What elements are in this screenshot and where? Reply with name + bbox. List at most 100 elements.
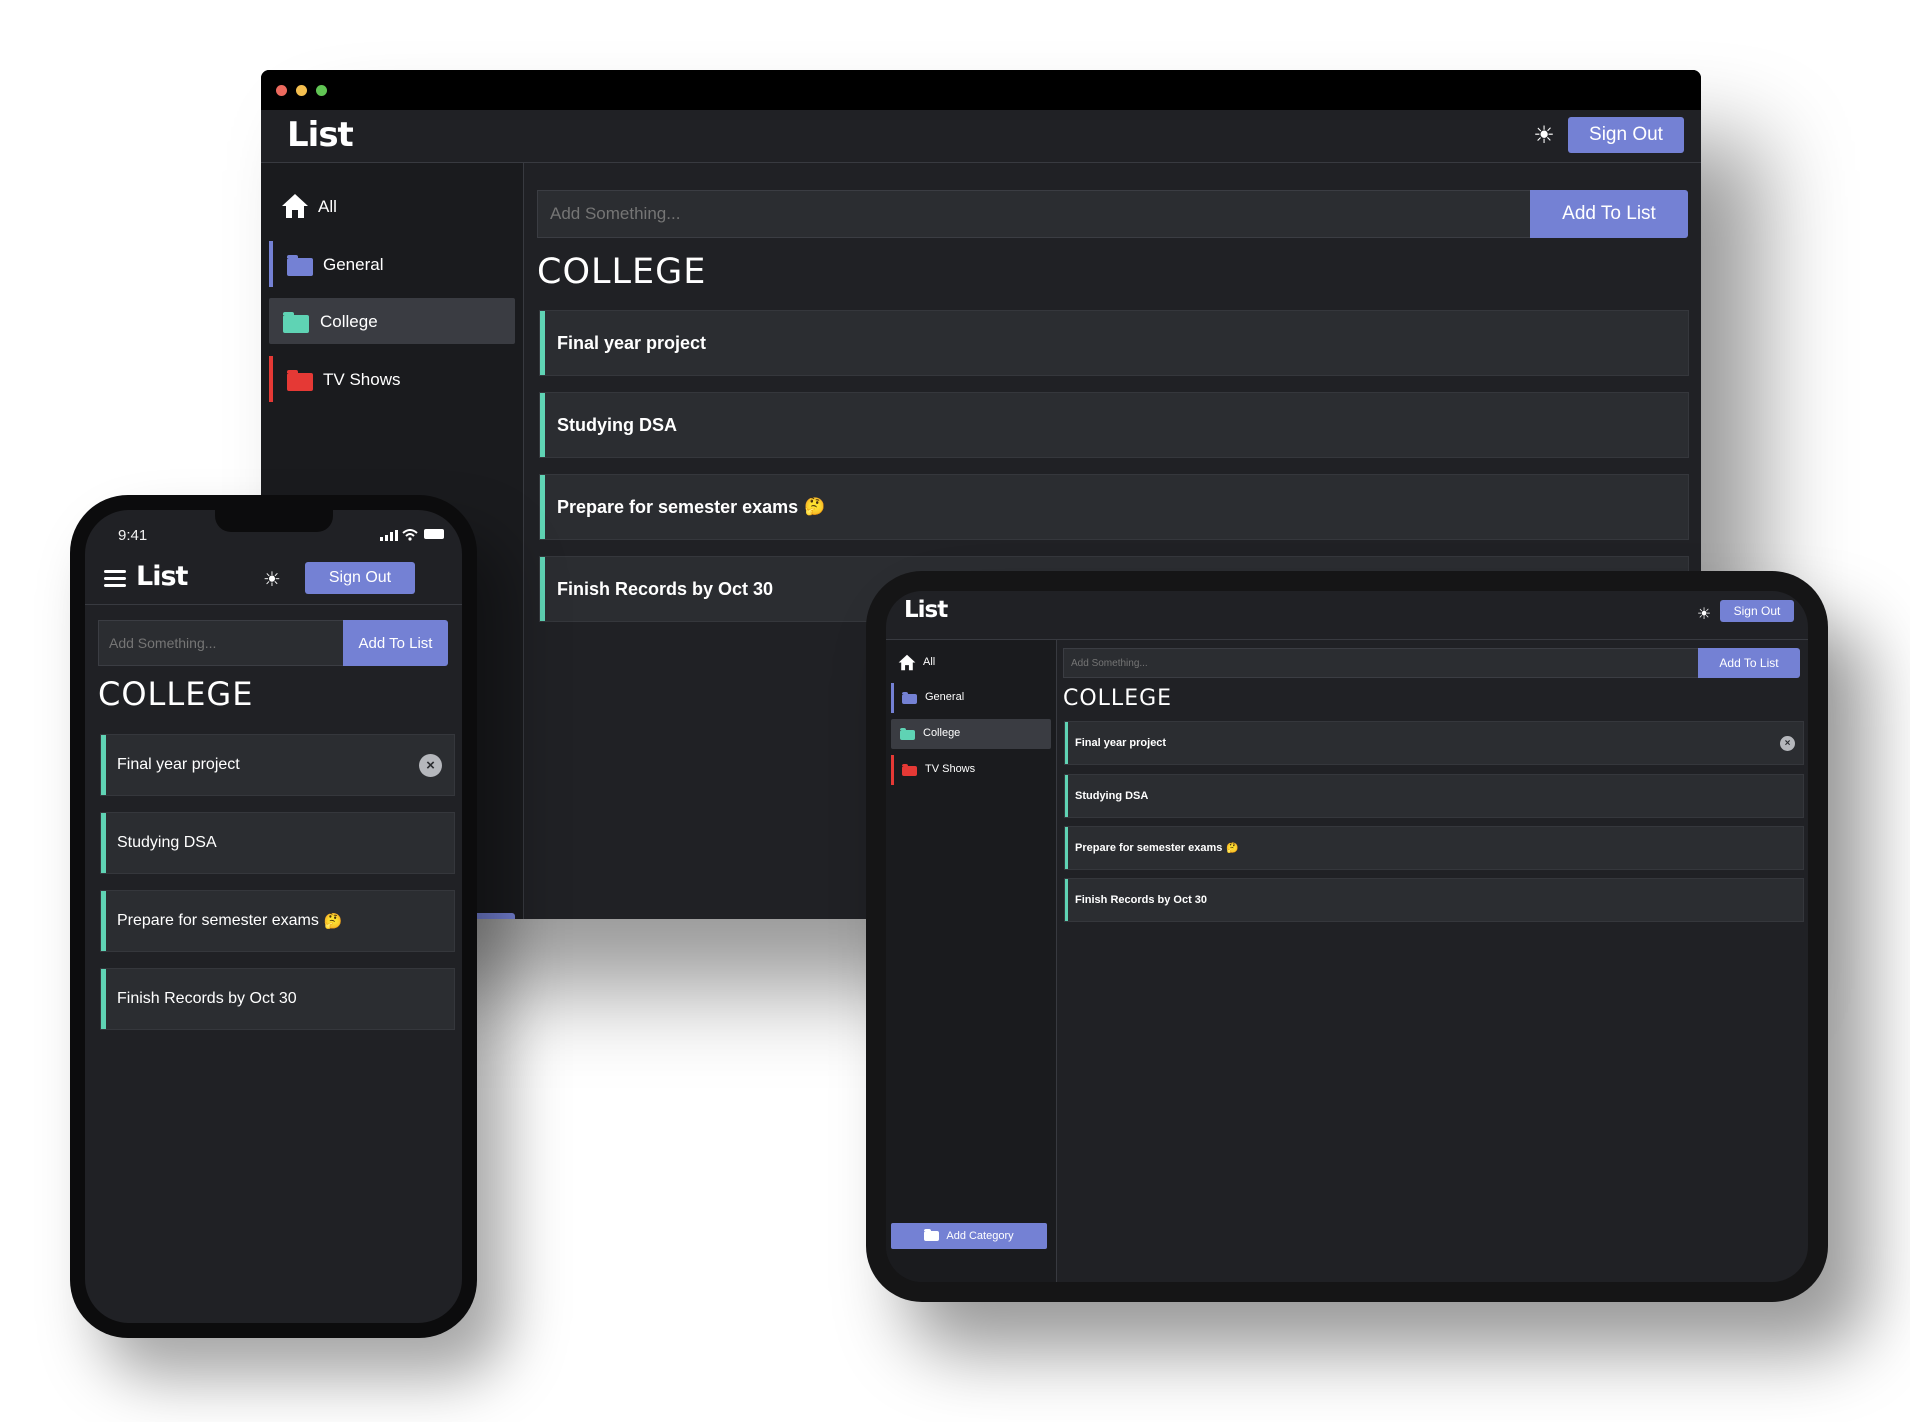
list-item-text: Prepare for semester exams: [1075, 842, 1223, 854]
thinking-emoji-icon: 🤔: [804, 497, 826, 516]
sidebar-item-college[interactable]: College: [891, 719, 1051, 749]
theme-toggle-icon[interactable]: ☀: [261, 567, 283, 591]
sidebar-item-general[interactable]: General: [891, 683, 1051, 713]
app-logo[interactable]: List: [287, 115, 354, 155]
list-item[interactable]: Final year project ×: [1064, 721, 1804, 765]
folder-icon: [902, 764, 917, 776]
app-header: List ☀ Sign Out: [261, 110, 1701, 163]
add-item-input[interactable]: [98, 620, 348, 666]
sidebar-item-college[interactable]: College: [269, 298, 515, 344]
sidebar-item-tv-shows[interactable]: TV Shows: [891, 755, 1051, 785]
thinking-emoji-icon: 🤔: [323, 913, 343, 930]
list-item-text: Finish Records by Oct 30: [117, 990, 297, 1007]
add-category-label: Add Category: [946, 1230, 1014, 1242]
list-item-text: Final year project: [1075, 737, 1167, 749]
category-color-bar: [269, 356, 273, 402]
tablet-screen: List ☀ Sign Out All General College TV S…: [886, 591, 1808, 1282]
theme-toggle-icon[interactable]: ☀: [1695, 604, 1713, 623]
item-accent-bar: [1065, 775, 1068, 817]
sidebar-item-label: College: [923, 727, 961, 739]
close-window-dot[interactable]: [276, 85, 287, 96]
sidebar-item-label: TV Shows: [323, 370, 401, 389]
status-bar: 9:41: [85, 510, 462, 554]
item-accent-bar: [540, 557, 545, 621]
sidebar-item-label: General: [925, 691, 965, 703]
folder-icon: [287, 254, 313, 276]
folder-icon: [924, 1229, 940, 1241]
item-accent-bar: [101, 813, 106, 873]
list-item[interactable]: Studying DSA: [1064, 774, 1804, 818]
sidebar-item-label: TV Shows: [925, 763, 976, 775]
list-item-text: Finish Records by Oct 30: [557, 578, 774, 599]
thinking-emoji-icon: 🤔: [1226, 842, 1239, 854]
add-category-button[interactable]: Add Category: [891, 1223, 1047, 1249]
list-item[interactable]: Prepare for semester exams 🤔: [1064, 826, 1804, 870]
battery-icon: [424, 529, 444, 539]
sign-out-button[interactable]: Sign Out: [1720, 600, 1794, 622]
sign-out-button[interactable]: Sign Out: [305, 562, 415, 594]
folder-icon: [900, 728, 915, 740]
phone-screen: 9:41 List ☀ Sign Out Add To List: [85, 510, 462, 1323]
list-item[interactable]: Finish Records by Oct 30: [1064, 878, 1804, 922]
list-item[interactable]: Studying DSA: [100, 812, 455, 874]
list-item-text: Finish Records by Oct 30: [1075, 894, 1208, 906]
sidebar: All General College TV Shows Add Categor…: [886, 640, 1057, 1282]
phone-device: 9:41 List ☀ Sign Out Add To List: [70, 495, 477, 1338]
sidebar-item-all[interactable]: All: [269, 183, 515, 229]
app-header: List ☀ Sign Out: [886, 591, 1808, 640]
wifi-icon: [402, 529, 418, 541]
list-item-text: Final year project: [557, 332, 707, 353]
list-item[interactable]: Final year project ×: [100, 734, 455, 796]
tablet-device: List ☀ Sign Out All General College TV S…: [866, 571, 1828, 1302]
add-to-list-button[interactable]: Add To List: [1698, 648, 1800, 678]
item-accent-bar: [1065, 722, 1068, 764]
folder-icon: [902, 692, 917, 704]
sidebar-item-tv-shows[interactable]: TV Shows: [269, 356, 515, 402]
sidebar-item-general[interactable]: General: [269, 241, 515, 287]
home-icon: [898, 654, 916, 671]
add-item-input[interactable]: [1063, 648, 1703, 678]
home-icon: [282, 194, 308, 218]
item-accent-bar: [540, 475, 545, 539]
category-color-bar: [891, 683, 894, 713]
app-logo[interactable]: List: [904, 597, 948, 623]
status-time: 9:41: [118, 527, 148, 544]
list-item[interactable]: Studying DSA: [539, 392, 1689, 458]
category-heading: COLLEGE: [1063, 686, 1173, 711]
add-to-list-button[interactable]: Add To List: [343, 620, 448, 666]
list-item[interactable]: Prepare for semester exams 🤔: [100, 890, 455, 952]
delete-item-icon[interactable]: ×: [419, 754, 442, 777]
category-heading: COLLEGE: [98, 675, 254, 713]
sign-out-button[interactable]: Sign Out: [1568, 117, 1684, 153]
list-item[interactable]: Final year project: [539, 310, 1689, 376]
list-item-text: Studying DSA: [117, 834, 217, 851]
item-accent-bar: [101, 735, 106, 795]
sidebar-item-label: All: [318, 197, 337, 216]
item-accent-bar: [1065, 879, 1068, 921]
item-accent-bar: [1065, 827, 1068, 869]
sidebar-item-all[interactable]: All: [891, 648, 1051, 678]
hamburger-menu-icon[interactable]: [104, 570, 126, 587]
signal-icon: [380, 530, 398, 541]
minimize-window-dot[interactable]: [296, 85, 307, 96]
folder-icon: [283, 311, 309, 333]
list-item-text: Studying DSA: [557, 414, 677, 435]
window-titlebar: [261, 70, 1701, 110]
item-accent-bar: [101, 891, 106, 951]
item-accent-bar: [540, 393, 545, 457]
list-item-text: Prepare for semester exams: [117, 912, 319, 929]
maximize-window-dot[interactable]: [316, 85, 327, 96]
app-header: List ☀ Sign Out: [85, 554, 462, 605]
add-to-list-button[interactable]: Add To List: [1530, 190, 1688, 238]
list-item[interactable]: Prepare for semester exams 🤔: [539, 474, 1689, 540]
add-item-input[interactable]: [537, 190, 1561, 238]
category-color-bar: [891, 755, 894, 785]
sidebar-item-label: College: [320, 312, 378, 331]
theme-toggle-icon[interactable]: ☀: [1531, 121, 1557, 149]
folder-icon: [287, 369, 313, 391]
app-logo[interactable]: List: [136, 561, 188, 592]
list-item[interactable]: Finish Records by Oct 30: [100, 968, 455, 1030]
sidebar-item-label: All: [923, 656, 936, 668]
sidebar-item-label: General: [323, 255, 384, 274]
delete-item-icon[interactable]: ×: [1780, 736, 1795, 751]
